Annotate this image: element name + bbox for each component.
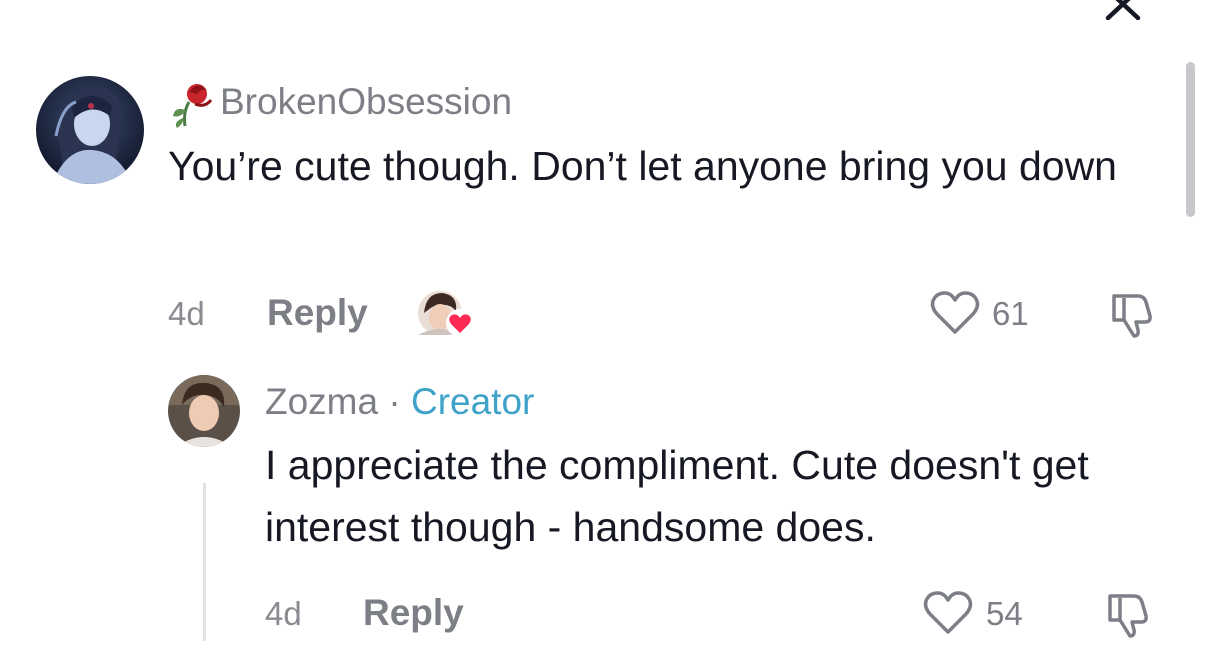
creator-liked-heart-icon [446, 309, 474, 337]
reply-username[interactable]: Zozma [265, 381, 378, 422]
heart-outline-icon[interactable] [929, 290, 981, 336]
avatar[interactable] [36, 76, 144, 184]
username-separator: · [378, 381, 411, 422]
comment-time: 4d [168, 295, 205, 332]
reply-text: I appreciate the compliment. Cute doesn'… [265, 442, 1089, 550]
comment-username[interactable]: BrokenObsession [220, 80, 512, 124]
reply-button[interactable]: Reply [267, 291, 368, 335]
comments-count-title: 80 comments [470, 0, 770, 10]
reply-reply-button[interactable]: Reply [363, 591, 464, 635]
rose-icon [167, 78, 215, 128]
comment-text: You’re cute though. Don’t let anyone bri… [168, 143, 1117, 189]
reply-username-line: Zozma · Creator [265, 380, 534, 424]
thread-line [203, 483, 206, 641]
dislike-icon[interactable] [1108, 290, 1158, 338]
creator-liked-badge [418, 289, 474, 339]
reply-time: 4d [265, 595, 302, 632]
reply-dislike-icon[interactable] [1104, 590, 1154, 638]
close-icon[interactable] [1102, 0, 1150, 21]
reply-avatar[interactable] [168, 375, 240, 447]
creator-badge: Creator [410, 381, 535, 422]
reply-heart-outline-icon[interactable] [922, 590, 974, 636]
reply-like-count: 54 [986, 595, 1023, 632]
like-count: 61 [992, 295, 1029, 332]
scrollbar[interactable] [1186, 62, 1195, 217]
